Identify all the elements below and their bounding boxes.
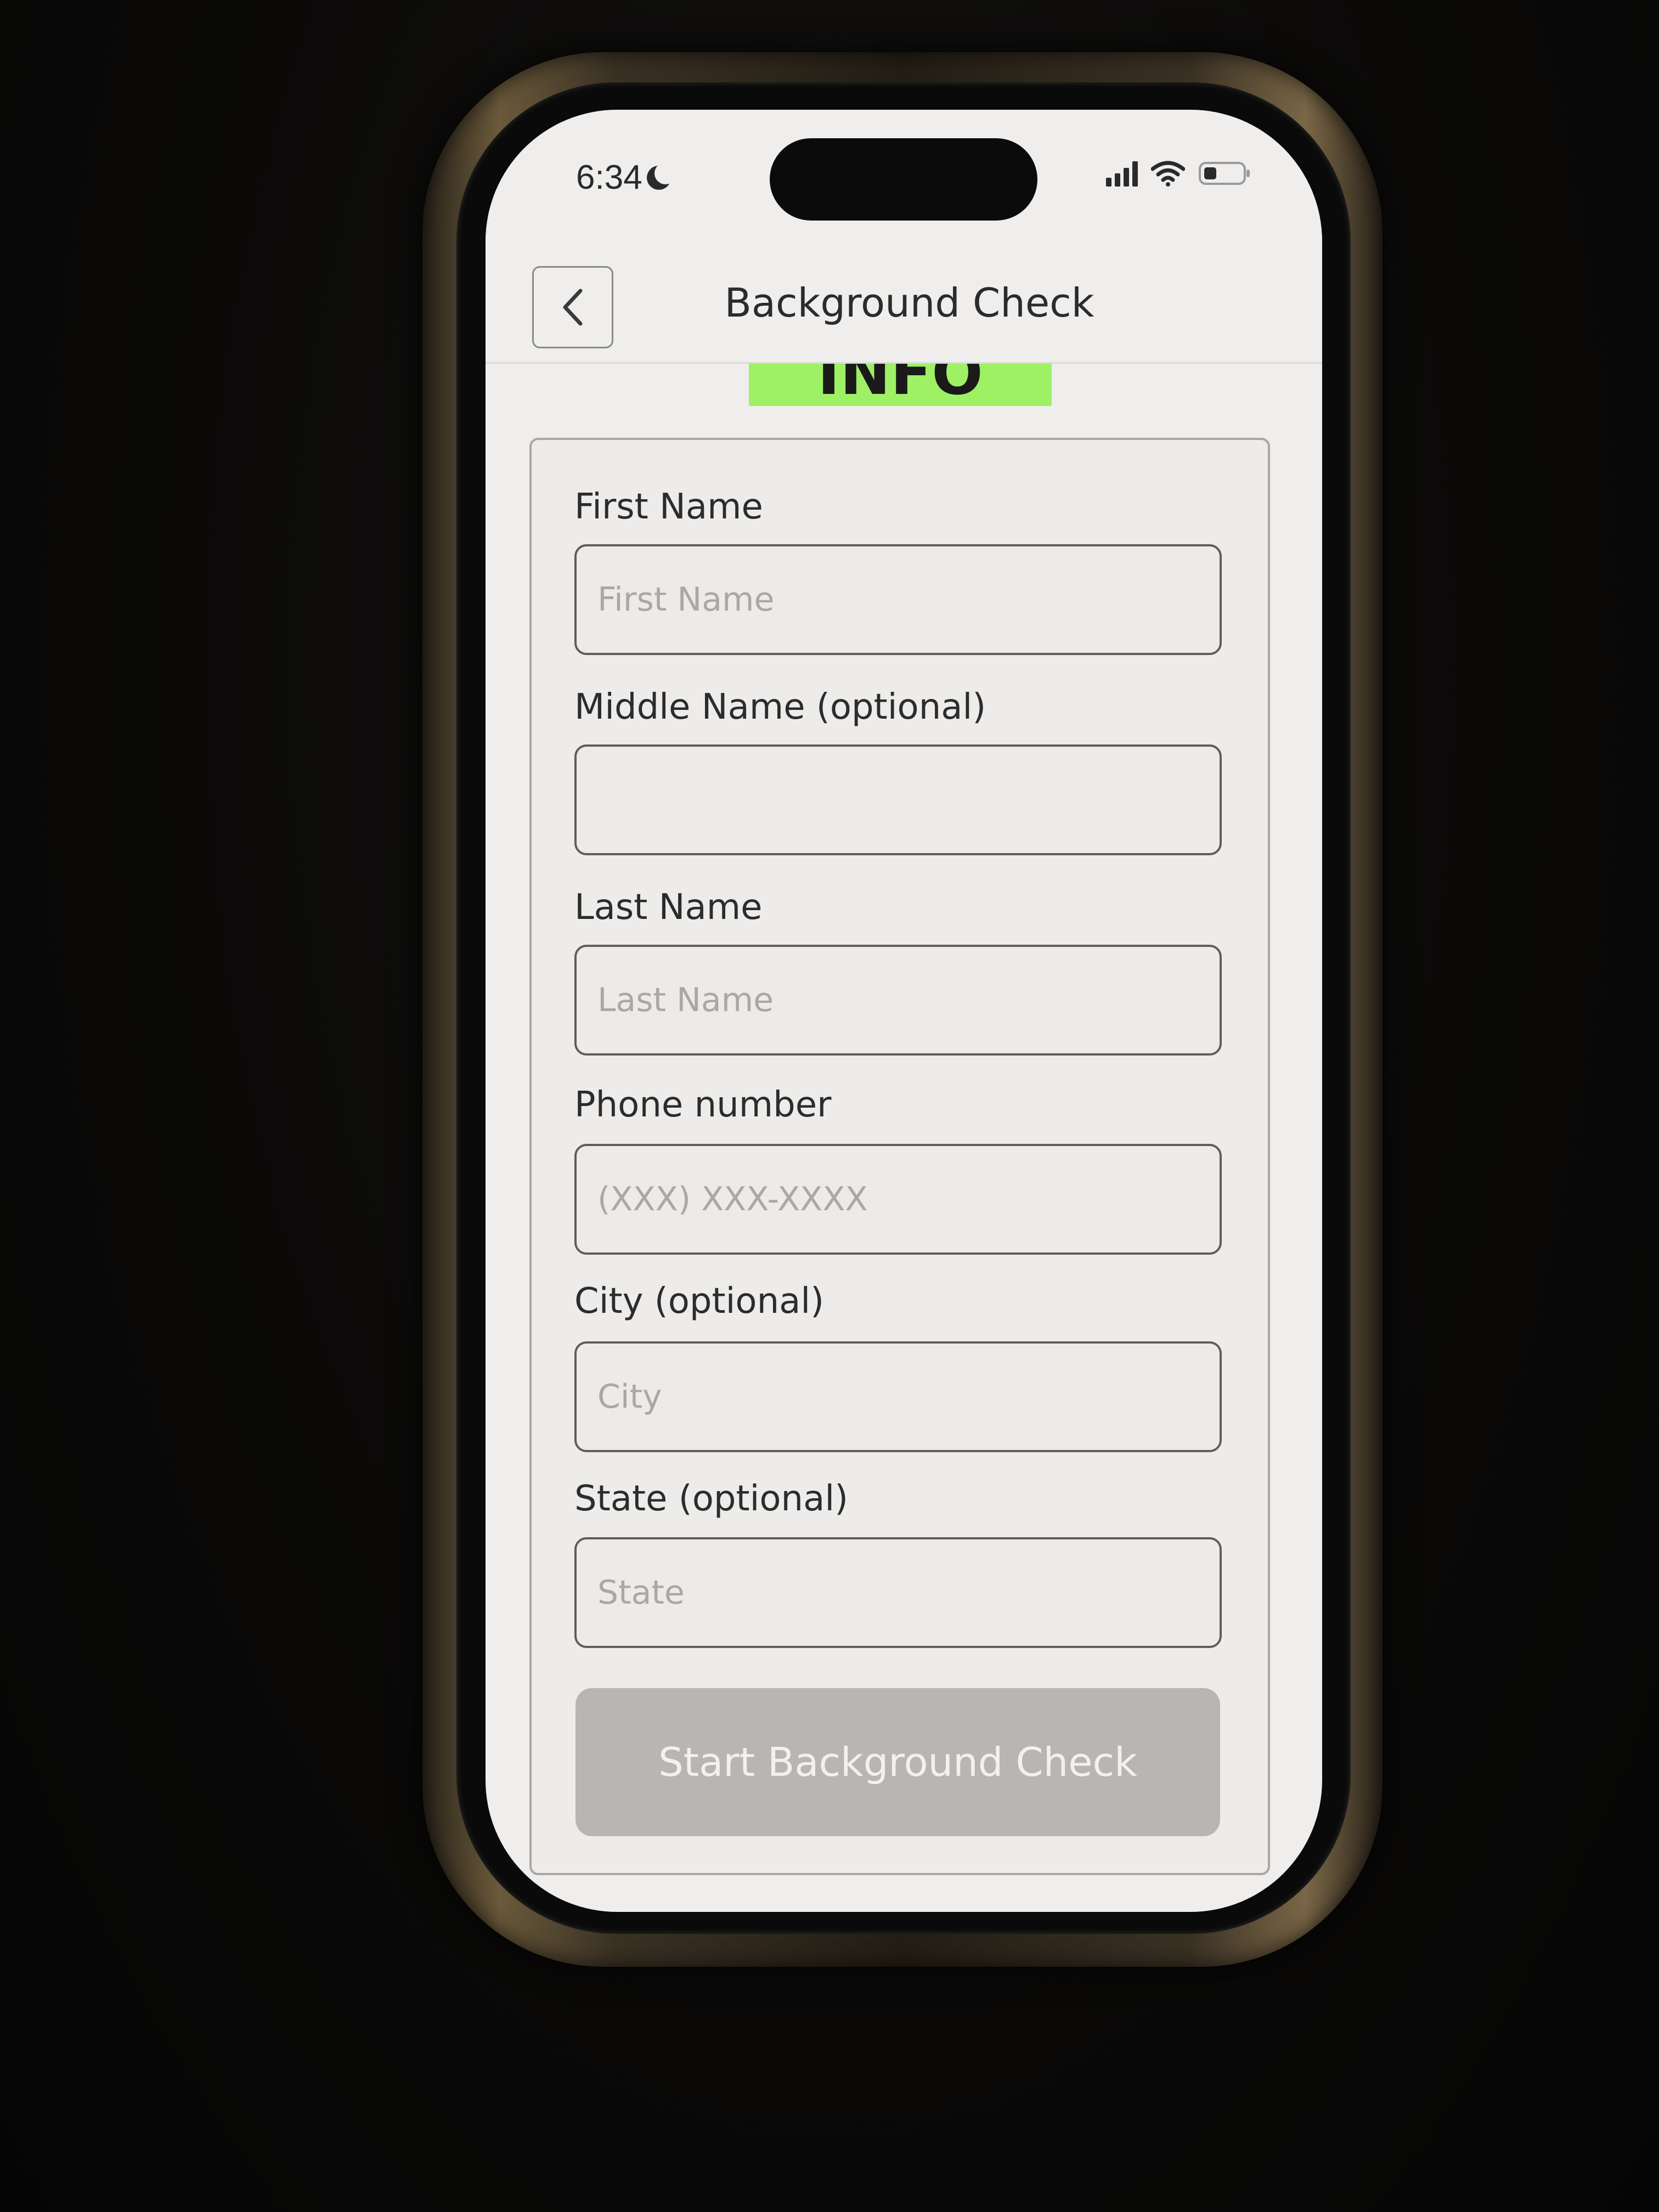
status-time-text: 6:34 (576, 159, 642, 196)
first-name-input[interactable] (574, 544, 1222, 655)
page-title: Background Check (724, 280, 1094, 326)
wifi-icon (1151, 160, 1185, 187)
signal-icon (1106, 160, 1138, 187)
battery-icon (1198, 160, 1251, 187)
status-icons (1106, 160, 1251, 187)
middle-name-input[interactable] (574, 744, 1222, 855)
start-background-check-button[interactable]: Start Background Check (575, 1688, 1220, 1836)
dynamic-island (770, 138, 1037, 221)
last-name-input[interactable] (574, 945, 1222, 1056)
app-header: Background Check (486, 236, 1322, 364)
city-input[interactable] (574, 1341, 1222, 1452)
city-label: City (optional) (574, 1281, 825, 1322)
phone-number-input[interactable] (574, 1144, 1222, 1255)
form-card: First Name Middle Name (optional) Last N… (529, 438, 1270, 1875)
status-time: 6:34 (576, 158, 676, 197)
phone-screen: 6:34 Background Check INFO First Name Fi… (486, 110, 1322, 1912)
moon-icon (646, 162, 676, 190)
state-input[interactable] (574, 1537, 1222, 1648)
state-label: State (optional) (574, 1479, 849, 1519)
last-name-label: Last Name (574, 887, 763, 928)
phone-number-label: Phone number (574, 1085, 832, 1125)
middle-name-label: Middle Name (optional) (574, 687, 986, 727)
first-name-label: First Name (574, 487, 763, 527)
